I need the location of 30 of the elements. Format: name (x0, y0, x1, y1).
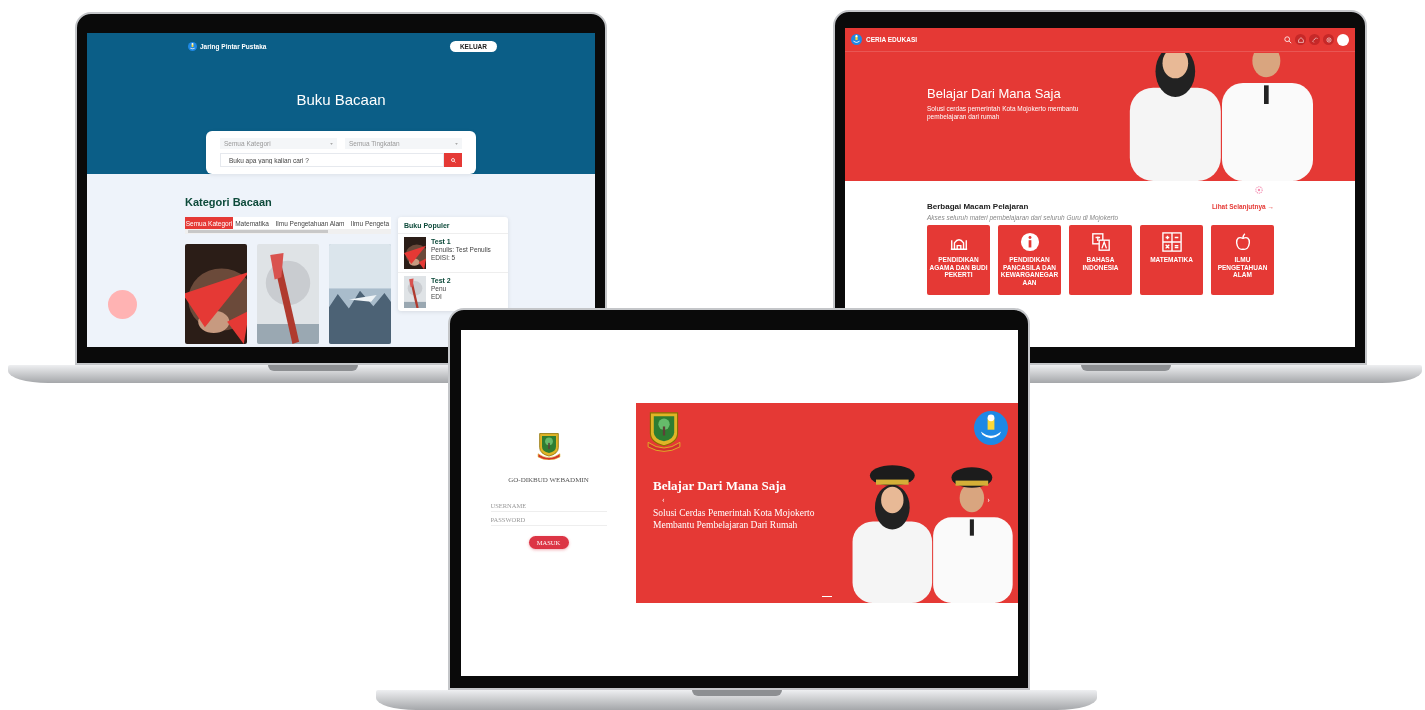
section-title: Berbagai Macam Pelajaran (927, 202, 1029, 211)
settings-button[interactable] (1323, 34, 1334, 45)
round-logo-icon (851, 34, 862, 45)
hero-title: Belajar Dari Mana Saja (927, 86, 1062, 101)
caret-icon (330, 142, 333, 145)
caret-icon (455, 142, 458, 145)
section-title: Kategori Bacaan (185, 196, 273, 209)
scrollbar[interactable] (185, 229, 391, 234)
translate-icon (1090, 232, 1111, 252)
link-icon (1311, 36, 1318, 43)
slide-title: Belajar Dari Mana Saja (653, 478, 787, 493)
round-logo-icon (188, 41, 197, 51)
info-icon (1019, 232, 1040, 252)
slide-indicator[interactable] (822, 595, 832, 597)
link-button[interactable] (1309, 34, 1320, 45)
emblem-icon (534, 432, 563, 460)
calculator-icon (1161, 232, 1182, 252)
search-icon (450, 157, 456, 163)
gear-icon (1255, 186, 1263, 194)
emblem-icon (647, 410, 681, 452)
slide-subtitle: Solusi Cerdas Pemerintah Kota Mojokerto Membantu Pembelajaran Dari Rumah (653, 507, 816, 531)
round-logo-icon (974, 411, 1008, 445)
search-icon[interactable] (1284, 35, 1292, 44)
house-icon (1297, 36, 1304, 43)
search-button[interactable] (444, 153, 462, 167)
decoration-circle (108, 290, 137, 319)
user-avatar[interactable] (1337, 33, 1349, 46)
gear-icon (1325, 36, 1332, 43)
page-title: Buku Bacaan (295, 91, 387, 109)
home-button[interactable] (1295, 34, 1306, 45)
